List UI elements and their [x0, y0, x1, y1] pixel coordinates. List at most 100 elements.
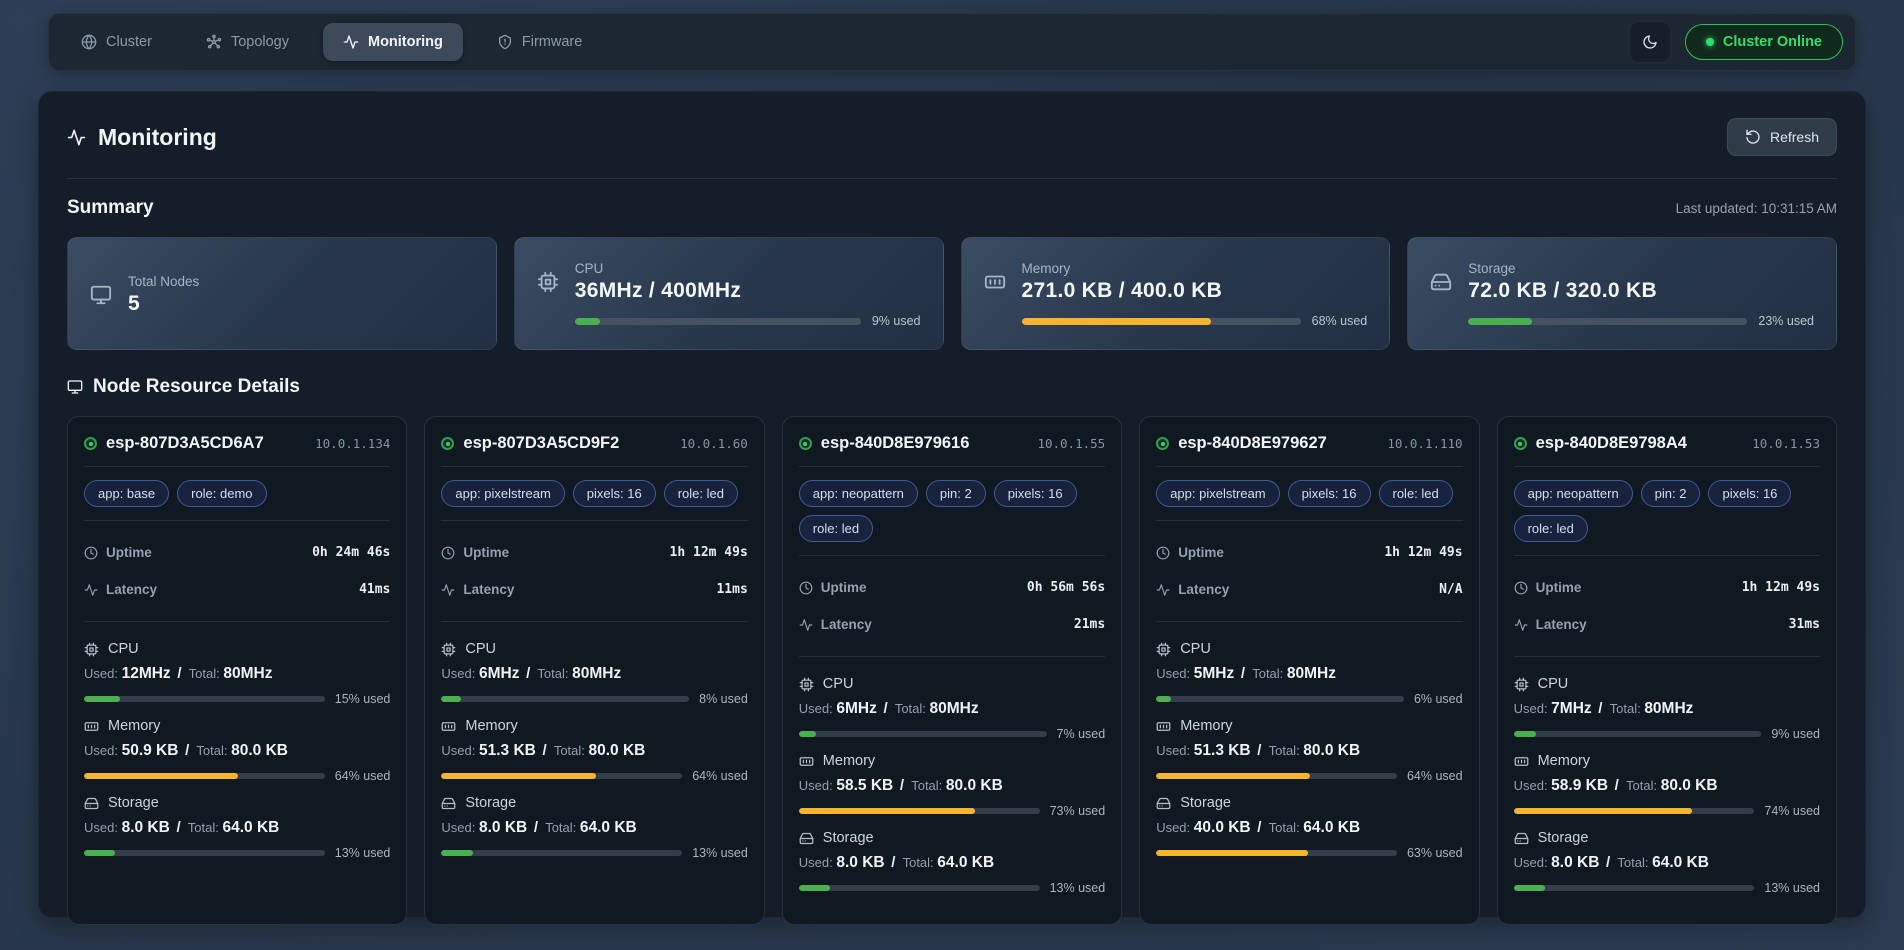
cpu-icon — [799, 677, 814, 692]
resource-label: Memory — [1538, 753, 1590, 769]
resource-progress: 64% used — [1156, 769, 1462, 783]
progress-track — [441, 850, 682, 856]
percent-used-label: 8% used — [699, 692, 748, 706]
total-value: 80MHz — [223, 665, 272, 682]
node-badges: app: pixelstreampixels: 16role: led — [441, 480, 747, 507]
total-value: 64.0 KB — [1652, 854, 1709, 871]
node-badge: app: pixelstream — [441, 480, 564, 507]
usage-separator: / — [1615, 777, 1623, 794]
percent-used-label: 13% used — [692, 846, 748, 860]
node-badge: pixels: 16 — [1288, 480, 1371, 507]
node-resources: CPU Used: 6MHz / Total: 80MHz 7% used Me… — [799, 670, 1105, 907]
percent-used-label: 13% used — [335, 846, 391, 860]
used-label: Used: — [799, 701, 837, 716]
nav-tab-monitoring[interactable]: Monitoring — [323, 23, 463, 61]
nav-tab-firmware[interactable]: Firmware — [477, 23, 602, 61]
activity-icon — [343, 34, 359, 50]
latency-value: N/A — [1439, 582, 1462, 597]
node-ip: 10.0.1.55 — [1037, 436, 1105, 451]
used-value: 51.3 KB — [1194, 742, 1251, 759]
node-badge: pixels: 16 — [573, 480, 656, 507]
node-divider — [441, 466, 747, 467]
used-value: 8.0 KB — [1551, 854, 1599, 871]
progress-track — [575, 318, 861, 325]
progress-fill — [84, 850, 115, 856]
summary-card-value: 72.0 KB / 320.0 KB — [1468, 279, 1657, 303]
node-resources: CPU Used: 12MHz / Total: 80MHz 15% used … — [84, 635, 390, 872]
node-card: esp-840D8E9798A4 10.0.1.53 app: neopatte… — [1497, 416, 1837, 925]
used-label: Used: — [441, 820, 479, 835]
total-label: Total: — [1269, 820, 1304, 835]
latency-label: Latency — [821, 617, 872, 632]
percent-used-label: 73% used — [1050, 804, 1106, 818]
resource-label: CPU — [1538, 676, 1569, 692]
used-value: 5MHz — [1194, 665, 1234, 682]
progress-fill — [1022, 318, 1212, 325]
node-badge: pixels: 16 — [994, 480, 1077, 507]
total-value: 80MHz — [572, 665, 621, 682]
progress-track — [84, 773, 325, 779]
memory-icon — [84, 719, 99, 734]
nodes-grid: esp-807D3A5CD6A7 10.0.1.134 app: baserol… — [67, 416, 1837, 925]
cluster-online-badge[interactable]: Cluster Online — [1685, 24, 1843, 60]
resource-progress: 73% used — [799, 804, 1105, 818]
resource-progress: 15% used — [84, 692, 390, 706]
resource-progress: 74% used — [1514, 804, 1820, 818]
used-value: 8.0 KB — [479, 819, 527, 836]
monitor-icon — [90, 284, 112, 306]
resource-usage: Used: 6MHz / Total: 80MHz — [799, 700, 1105, 718]
resource-progress: 13% used — [84, 846, 390, 860]
summary-card-value: 5 — [128, 292, 199, 316]
clock-icon — [799, 581, 813, 595]
nav-tab-topology[interactable]: Topology — [186, 23, 309, 61]
node-badges: app: baserole: demo — [84, 480, 390, 507]
monitoring-panel: Monitoring Refresh Summary Last updated:… — [38, 91, 1866, 918]
cpu-icon — [537, 271, 559, 293]
resource-usage: Used: 8.0 KB / Total: 64.0 KB — [799, 854, 1105, 872]
summary-card: Storage 72.0 KB / 320.0 KB 23% used — [1407, 237, 1837, 350]
progress-fill — [799, 885, 830, 891]
resource-block: Memory Used: 58.5 KB / Total: 80.0 KB 73… — [799, 753, 1105, 818]
node-divider — [84, 466, 390, 467]
uptime-row: Uptime 0h 56m 56s — [799, 580, 1105, 595]
resource-usage: Used: 7MHz / Total: 80MHz — [1514, 700, 1820, 718]
used-label: Used: — [84, 666, 122, 681]
resource-block: Storage Used: 8.0 KB / Total: 64.0 KB 13… — [1514, 830, 1820, 895]
node-badge: app: neopattern — [1514, 480, 1633, 507]
node-badge: pin: 2 — [926, 480, 986, 507]
percent-used-label: 6% used — [1414, 692, 1463, 706]
activity-icon — [441, 583, 455, 597]
progress-fill — [1156, 773, 1310, 779]
node-name: esp-807D3A5CD9F2 — [463, 434, 619, 453]
percent-used-label: 15% used — [335, 692, 391, 706]
harddrive-icon — [1156, 796, 1171, 811]
uptime-value: 0h 24m 46s — [312, 545, 390, 560]
progress-track — [1156, 696, 1404, 702]
refresh-button[interactable]: Refresh — [1727, 118, 1837, 156]
percent-used-label: 9% used — [872, 314, 921, 328]
summary-card-label: Storage — [1468, 261, 1657, 276]
used-value: 7MHz — [1551, 700, 1591, 717]
used-value: 6MHz — [479, 665, 519, 682]
harddrive-icon — [84, 796, 99, 811]
resource-progress: 63% used — [1156, 846, 1462, 860]
resource-usage: Used: 58.5 KB / Total: 80.0 KB — [799, 777, 1105, 795]
summary-header: Summary Last updated: 10:31:15 AM — [67, 197, 1837, 219]
shield-icon — [497, 34, 513, 50]
progress-track — [799, 808, 1040, 814]
total-value: 80.0 KB — [589, 742, 646, 759]
used-label: Used: — [1514, 778, 1552, 793]
clock-icon — [1514, 581, 1528, 595]
progress-fill — [1514, 885, 1545, 891]
theme-toggle-button[interactable] — [1629, 21, 1671, 63]
total-label: Total: — [911, 778, 946, 793]
progress-fill — [1514, 731, 1536, 737]
latency-value: 11ms — [716, 582, 747, 597]
resource-label: Memory — [823, 753, 875, 769]
latency-label: Latency — [1178, 582, 1229, 597]
total-label: Total: — [1610, 701, 1645, 716]
total-value: 80.0 KB — [1303, 742, 1360, 759]
nav-tab-cluster[interactable]: Cluster — [61, 23, 172, 61]
uptime-label: Uptime — [1536, 580, 1582, 595]
memory-icon — [1514, 754, 1529, 769]
